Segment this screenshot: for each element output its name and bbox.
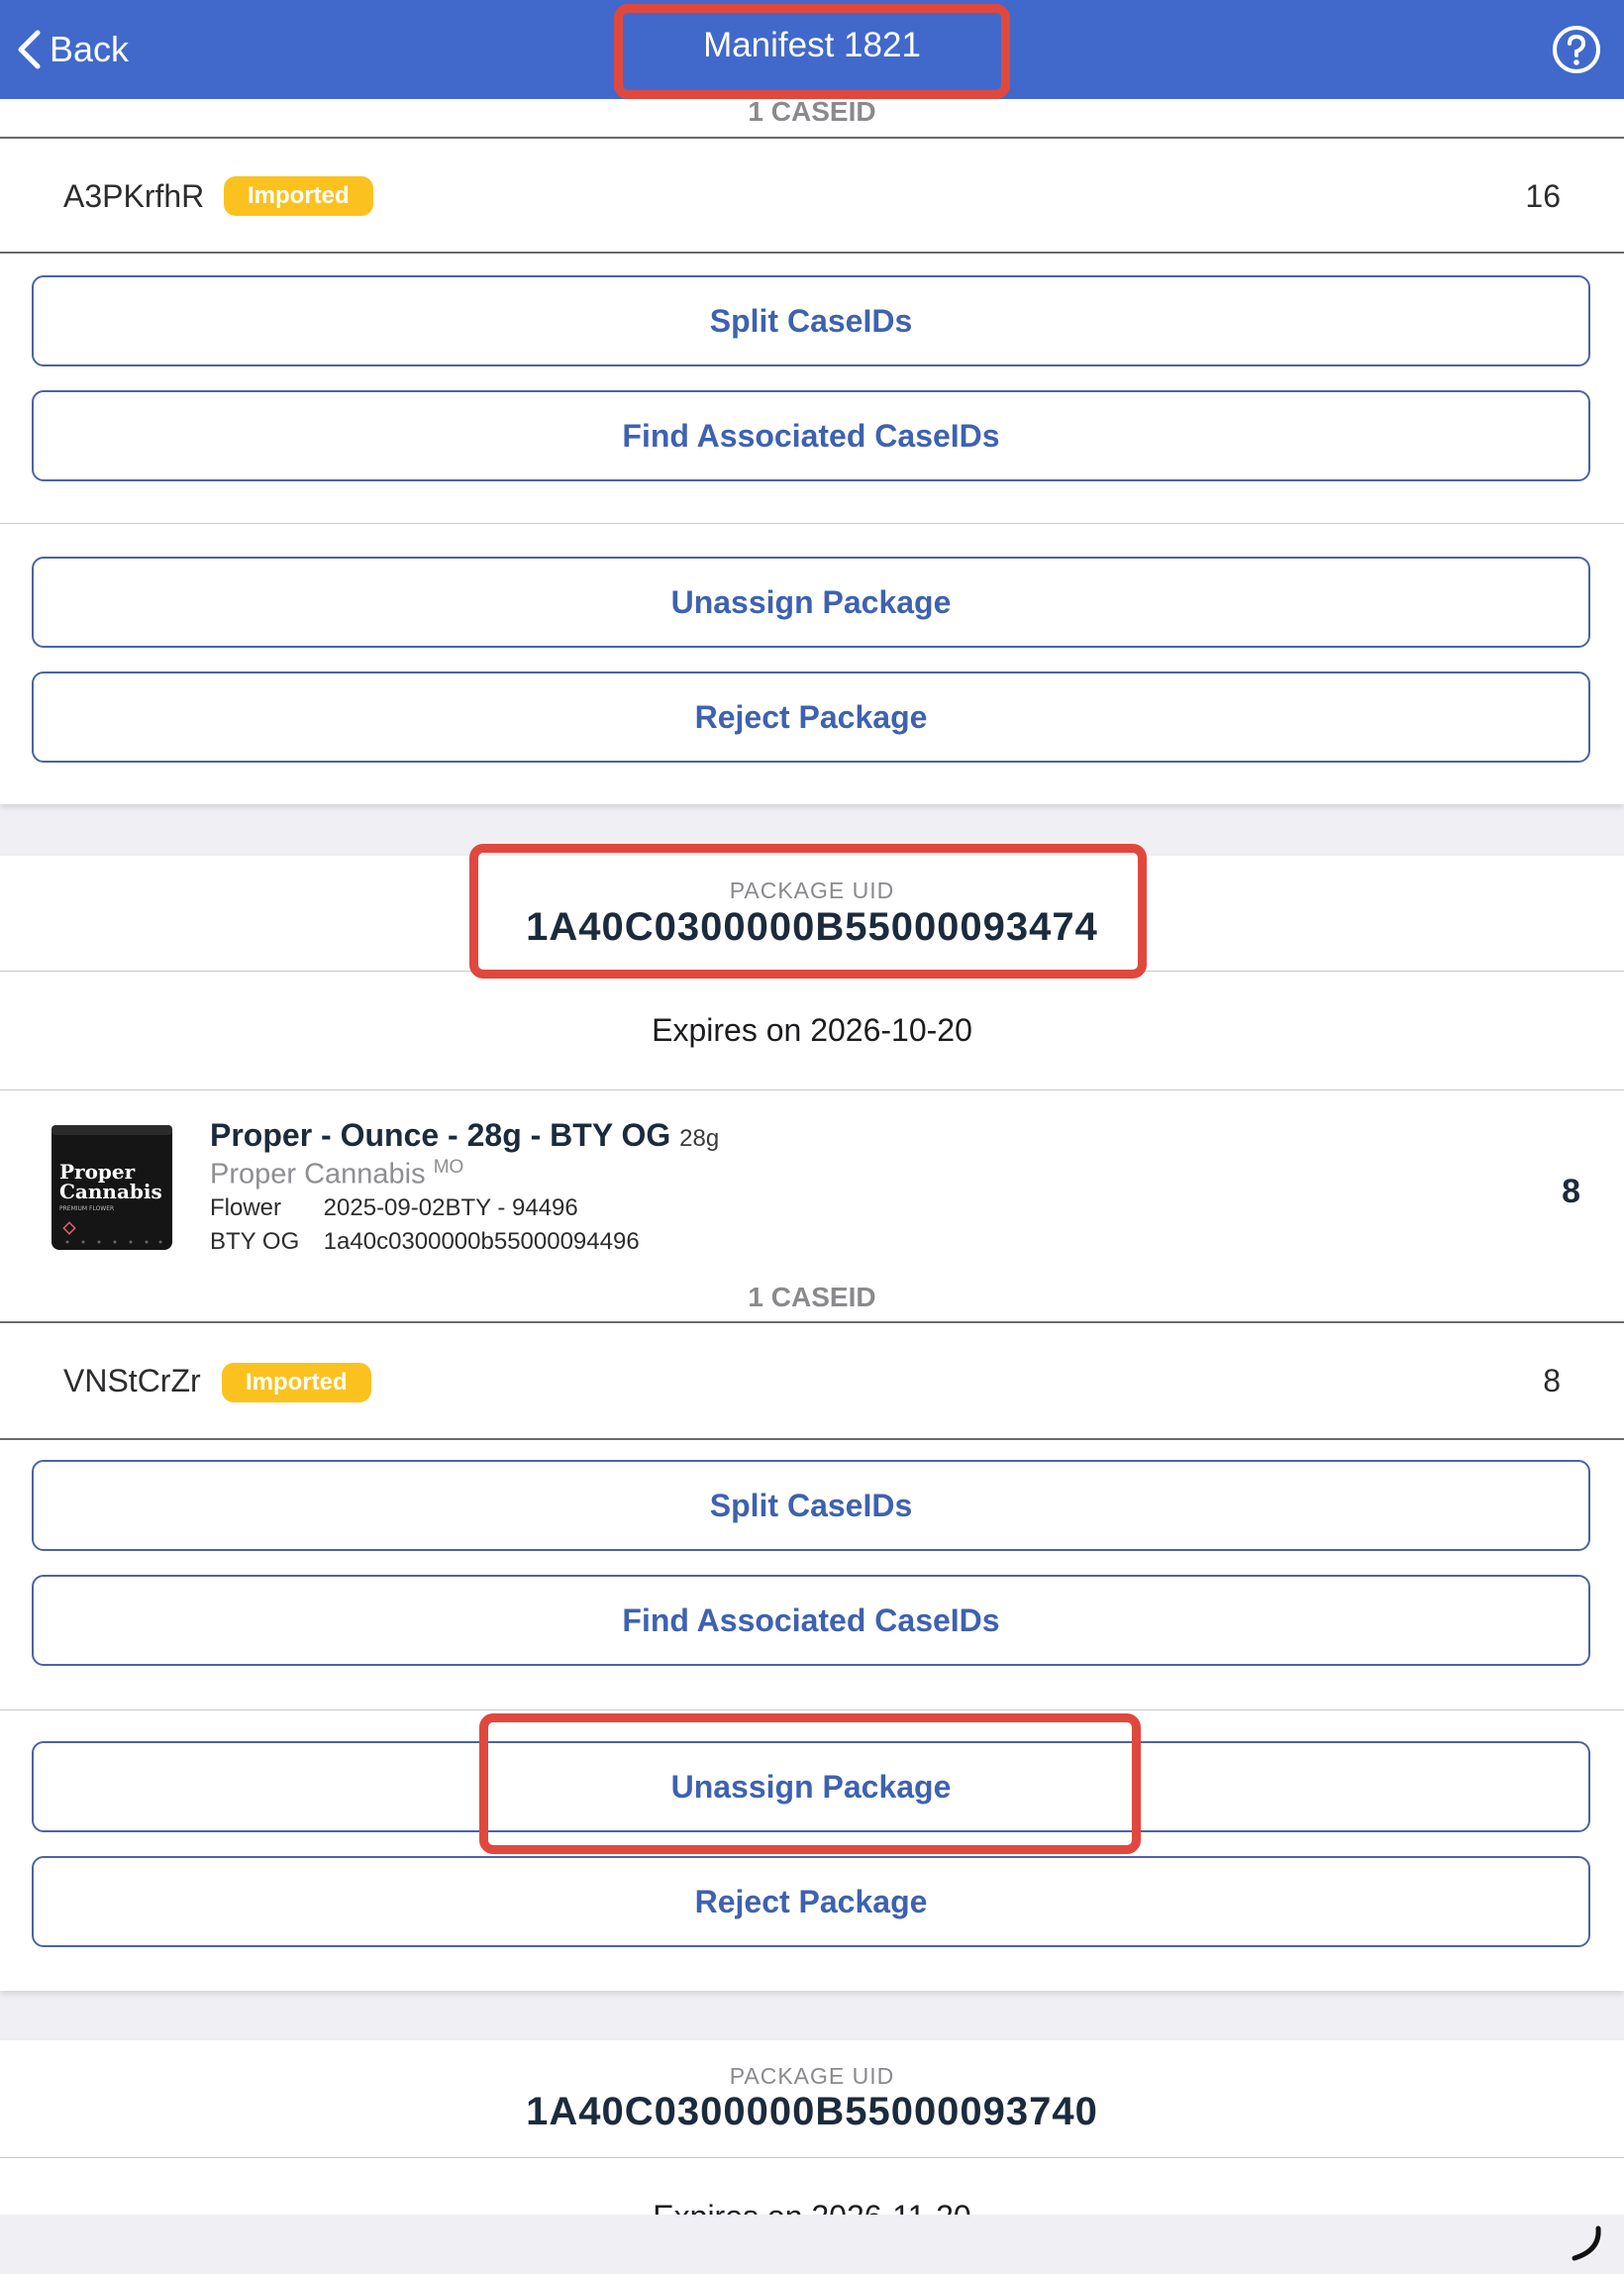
split-caseids-button[interactable]: Split CaseIDs	[32, 275, 1590, 366]
divider	[0, 1438, 1624, 1440]
package-uid-label: PACKAGE UID	[729, 2063, 895, 2089]
svg-text:Cannabis: Cannabis	[59, 1180, 162, 1203]
category-key: Flower	[210, 1194, 282, 1221]
divider	[0, 523, 1624, 524]
divider	[0, 971, 1624, 972]
reject-package-button[interactable]: Reject Package	[32, 1856, 1590, 1947]
divider	[0, 1709, 1624, 1710]
caseid-qty: 16	[1525, 178, 1561, 214]
divider	[0, 252, 1624, 254]
category-value: 2025-09-02BTY - 94496	[323, 1194, 578, 1221]
product-image: Proper Cannabis PREMIUM FLOWER	[48, 1123, 176, 1252]
product-qty: 8	[1562, 1173, 1580, 1210]
product-category-line: Flower 2025-09-02BTY - 94496	[210, 1194, 578, 1222]
status-badge: Imported	[224, 176, 373, 216]
unassign-package-button[interactable]: Unassign Package	[32, 1741, 1590, 1832]
find-associated-caseids-button[interactable]: Find Associated CaseIDs	[32, 1575, 1590, 1666]
product-brand: Proper Cannabis MO	[210, 1157, 463, 1191]
product-strain-line: BTY OG 1a40c0300000b55000094496	[210, 1228, 640, 1256]
strain-value: 1a40c0300000b55000094496	[323, 1228, 640, 1255]
unassign-package-button[interactable]: Unassign Package	[32, 557, 1590, 648]
nav-bar: Back Manifest 1821	[0, 0, 1624, 99]
divider	[0, 1089, 1624, 1090]
caseid-code: A3PKrfhR	[63, 178, 205, 214]
svg-text:PREMIUM FLOWER: PREMIUM FLOWER	[59, 1205, 114, 1212]
question-circle-icon	[1553, 26, 1600, 73]
package-uid: 1A40C0300000B55000093740	[526, 2090, 1098, 2133]
package-uid-label: PACKAGE UID	[729, 878, 895, 903]
brand-name: Proper Cannabis	[210, 1158, 426, 1190]
caseid-header: 1 CASEID	[748, 1282, 876, 1312]
loading-spinner-icon	[1572, 2225, 1601, 2261]
reject-package-button[interactable]: Reject Package	[32, 672, 1590, 763]
find-associated-caseids-button[interactable]: Find Associated CaseIDs	[32, 390, 1590, 481]
strain-key: BTY OG	[210, 1228, 300, 1255]
product-name-text: Proper - Ounce - 28g - BTY OG	[210, 1117, 671, 1153]
caseid-code: VNStCrZr	[63, 1363, 201, 1398]
expiration-date: Expires on 2026-10-20	[652, 1012, 972, 1048]
divider	[0, 137, 1624, 139]
package-uid: 1A40C0300000B55000093474	[526, 905, 1098, 949]
page-title: Manifest 1821	[703, 26, 921, 64]
caseid-qty: 8	[1543, 1363, 1561, 1398]
help-button[interactable]	[1551, 24, 1602, 75]
status-badge: Imported	[222, 1363, 371, 1402]
divider	[0, 2157, 1624, 2158]
divider	[0, 1321, 1624, 1323]
split-caseids-button[interactable]: Split CaseIDs	[32, 1460, 1590, 1551]
product-weight: 28g	[679, 1125, 720, 1152]
brand-state: MO	[433, 1157, 464, 1178]
bottom-bar	[0, 2215, 1624, 2274]
product-name: Proper - Ounce - 28g - BTY OG 28g	[210, 1117, 719, 1154]
